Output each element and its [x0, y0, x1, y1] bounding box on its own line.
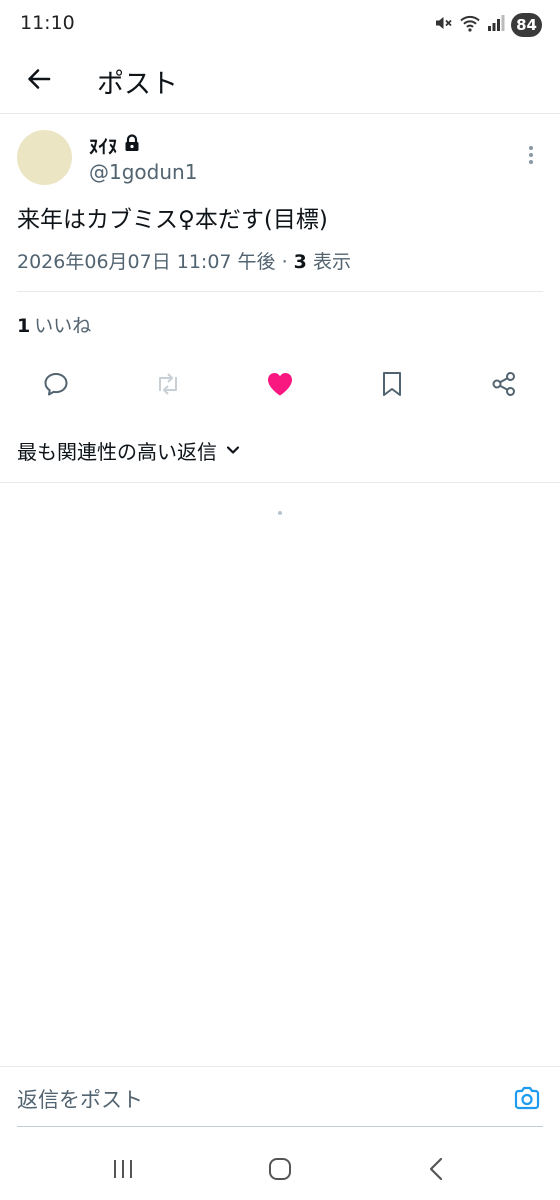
bookmark-icon	[380, 370, 404, 402]
loading-indicator	[278, 511, 282, 515]
post-text: 来年はカブミス♀本だす(目標)	[17, 207, 328, 233]
views-count: 3	[293, 251, 307, 273]
display-name-text: ﾇｲﾇ	[89, 136, 118, 158]
more-dot	[529, 160, 533, 164]
mute-icon	[433, 13, 453, 37]
likes-label: いいね	[34, 315, 92, 337]
camera-button[interactable]	[512, 1085, 542, 1115]
wifi-icon	[459, 13, 481, 37]
likes-summary[interactable]: 1 いいね	[17, 311, 91, 338]
divider	[0, 482, 560, 483]
reply-icon	[42, 370, 70, 402]
chevron-down-icon	[225, 439, 241, 463]
signal-icon	[487, 13, 505, 37]
replies-sort-dropdown[interactable]: 最も関連性の高い返信	[17, 436, 241, 465]
post-meta: 2026年06月07日 11:07 午後 · 3 表示	[17, 247, 351, 274]
reply-input[interactable]	[17, 1085, 477, 1115]
recents-icon	[111, 1158, 135, 1184]
camera-icon	[513, 1085, 541, 1115]
battery-indicator: 84	[511, 13, 542, 37]
nav-back-button[interactable]	[416, 1156, 456, 1186]
more-dot	[529, 146, 533, 150]
action-bar	[0, 364, 560, 408]
repost-icon	[153, 370, 183, 402]
divider	[17, 291, 543, 292]
share-icon	[490, 370, 518, 402]
back-icon	[426, 1156, 446, 1186]
avatar[interactable]	[17, 130, 72, 185]
lock-icon	[124, 134, 140, 157]
status-time: 11:10	[20, 12, 75, 34]
share-button[interactable]	[482, 364, 526, 408]
home-icon	[267, 1156, 293, 1186]
sort-label: 最も関連性の高い返信	[17, 440, 217, 464]
recents-button[interactable]	[103, 1156, 143, 1186]
status-icons: 84	[433, 12, 542, 38]
repost-button[interactable]	[146, 364, 190, 408]
arrow-left-icon	[25, 65, 53, 97]
display-name[interactable]: ﾇｲﾇ	[89, 132, 140, 159]
reply-button[interactable]	[34, 364, 78, 408]
top-bar: ポスト	[0, 52, 560, 114]
bookmark-button[interactable]	[370, 364, 414, 408]
status-bar: 11:10 84	[0, 0, 560, 48]
page-title: ポスト	[97, 69, 178, 100]
post-timestamp[interactable]: 2026年06月07日 11:07 午後 ·	[17, 251, 294, 273]
likes-count: 1	[17, 315, 31, 337]
post-author: ﾇｲﾇ @1godun1	[0, 128, 560, 192]
author-handle[interactable]: @1godun1	[89, 160, 197, 184]
more-options-button[interactable]	[518, 142, 544, 168]
like-button[interactable]	[258, 364, 302, 408]
heart-icon	[266, 371, 294, 401]
views-label: 表示	[306, 251, 351, 273]
home-button[interactable]	[260, 1156, 300, 1186]
back-button[interactable]	[18, 60, 60, 102]
system-nav-bar	[0, 1140, 560, 1200]
more-dot	[529, 153, 533, 157]
reply-underline	[17, 1126, 543, 1127]
reply-composer	[0, 1066, 560, 1128]
